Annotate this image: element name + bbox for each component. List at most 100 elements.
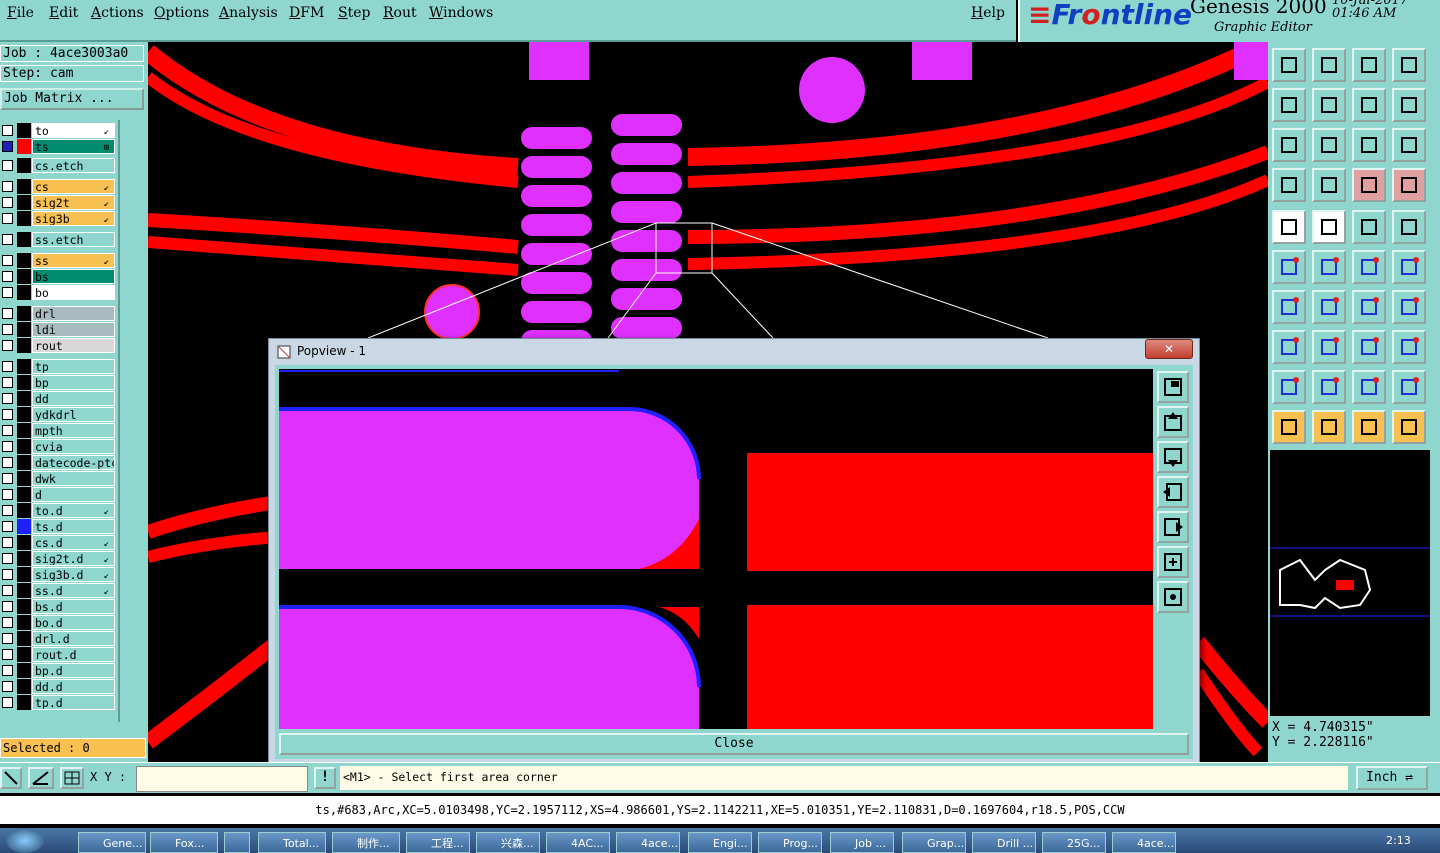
undo-zoom-button[interactable] (1352, 88, 1386, 122)
display-top-button[interactable] (1272, 48, 1306, 82)
layer-checkbox[interactable] (2, 160, 13, 171)
add-pad-button[interactable] (1272, 330, 1306, 364)
layer-checkbox[interactable] (2, 617, 13, 628)
snap-button[interactable] (0, 767, 22, 789)
layer-name[interactable]: dd (32, 391, 115, 406)
layer-checkbox[interactable] (2, 569, 13, 580)
snap-pad-button[interactable] (1272, 210, 1306, 244)
layer-row[interactable]: d (0, 487, 118, 502)
layer-name[interactable]: tp.d (32, 695, 115, 710)
angle-button[interactable] (1272, 290, 1306, 324)
layer-name[interactable]: bo (32, 285, 115, 300)
layer-color-swatch[interactable] (17, 551, 31, 566)
layer-name[interactable]: ss.d ↙ (32, 583, 115, 598)
taskbar-item[interactable]: 4ace... (1112, 832, 1176, 853)
display-bottom-button[interactable] (1312, 48, 1346, 82)
layer-name[interactable]: bs (32, 269, 115, 284)
layer-color-swatch[interactable] (17, 455, 31, 470)
layer-row[interactable]: sig3b ↙ (0, 211, 118, 226)
layer-name[interactable]: ydkdrl (32, 407, 115, 422)
layer-row[interactable]: bs (0, 269, 118, 284)
layer-checkbox[interactable] (2, 521, 13, 532)
layer-color-swatch[interactable] (17, 211, 31, 226)
taskbar-item[interactable]: Grap... (902, 832, 966, 853)
pan-right-button[interactable] (1312, 88, 1346, 122)
layer-name[interactable]: datecode-ptc (32, 455, 115, 470)
layer-row[interactable]: ydkdrl (0, 407, 118, 422)
layer-row[interactable]: drl.d (0, 631, 118, 646)
layer-checkbox[interactable] (2, 324, 13, 335)
layer-name[interactable]: dd.d (32, 679, 115, 694)
layer-row[interactable]: ts.d (0, 519, 118, 534)
layer-name[interactable]: sig2t.d ↙ (32, 551, 115, 566)
measure-button[interactable] (28, 767, 54, 789)
layer-name[interactable]: cs ↙ (32, 179, 115, 194)
layer-row[interactable]: bp (0, 375, 118, 390)
layer-color-swatch[interactable] (17, 423, 31, 438)
layer-color-swatch[interactable] (17, 253, 31, 268)
taskbar-item[interactable]: Drill ... (972, 832, 1036, 853)
layer-row[interactable]: bp.d (0, 663, 118, 678)
layer-row[interactable]: cvia (0, 439, 118, 454)
taskbar-item[interactable]: 兴森... (476, 832, 540, 853)
grid-button[interactable] (60, 767, 84, 789)
layer-color-swatch[interactable] (17, 158, 31, 173)
layer-checkbox[interactable] (2, 633, 13, 644)
layer-row[interactable]: datecode-ptc (0, 455, 118, 470)
taskbar-item[interactable]: 4AC... (546, 832, 610, 853)
layer-row[interactable]: dwk (0, 471, 118, 486)
layer-row[interactable]: bo.d (0, 615, 118, 630)
arc-button[interactable] (1392, 250, 1426, 284)
job-matrix-button[interactable]: Job Matrix ... (0, 88, 144, 110)
taskbar-item[interactable]: Fox... (150, 832, 218, 853)
layer-row[interactable]: sig2t.d ↙ (0, 551, 118, 566)
menu-file[interactable]: File (7, 5, 34, 21)
layer-name[interactable]: cvia (32, 439, 115, 454)
taskbar-item[interactable]: Prog... (758, 832, 822, 853)
layer-row[interactable]: rout.d (0, 647, 118, 662)
layer-checkbox[interactable] (2, 340, 13, 351)
taskbar-item[interactable]: Gene... (78, 832, 146, 853)
layer-color-swatch[interactable] (17, 407, 31, 422)
layer-color-swatch[interactable] (17, 139, 31, 154)
layer-row[interactable]: ldi (0, 322, 118, 337)
layer-name[interactable]: bp.d (32, 663, 115, 678)
line-button[interactable] (1352, 250, 1386, 284)
taskbar-item[interactable]: Total... (258, 832, 326, 853)
popview-pan-up-button[interactable] (1157, 406, 1189, 438)
layer-checkbox[interactable] (2, 553, 13, 564)
layer-name[interactable]: bs.d (32, 599, 115, 614)
layer-color-swatch[interactable] (17, 519, 31, 534)
layer-row[interactable]: cs ↙ (0, 179, 118, 194)
layer-color-swatch[interactable] (17, 535, 31, 550)
layer-color-swatch[interactable] (17, 599, 31, 614)
taskbar-item[interactable]: 4ace... (616, 832, 680, 853)
scale-button[interactable] (1352, 128, 1386, 162)
layer-name[interactable]: sig3b ↙ (32, 211, 115, 226)
layer-checkbox[interactable] (2, 681, 13, 692)
menu-windows[interactable]: Windows (429, 5, 493, 21)
text-a-button[interactable] (1312, 370, 1346, 404)
taskbar-item[interactable]: 工程... (406, 832, 470, 853)
text-b-button[interactable] (1352, 370, 1386, 404)
rotate-button[interactable] (1352, 290, 1386, 324)
layer-checkbox[interactable] (2, 457, 13, 468)
layer-row[interactable]: ts ⊞ (0, 139, 118, 154)
popview-zoom-in-button[interactable] (1157, 581, 1189, 613)
start-button[interactable] (6, 828, 44, 853)
layer-row[interactable]: cs.etch (0, 158, 118, 173)
board-overview[interactable] (1270, 450, 1430, 716)
layer-name[interactable]: mpth (32, 423, 115, 438)
layer-checkbox[interactable] (2, 425, 13, 436)
layer-name[interactable]: cs.etch (32, 158, 115, 173)
layer-checkbox[interactable] (2, 393, 13, 404)
layer-checkbox[interactable] (2, 601, 13, 612)
layer-name[interactable]: ts ⊞ (32, 139, 115, 154)
mirror-button[interactable] (1392, 290, 1426, 324)
layer-name[interactable]: to ↙ (32, 123, 115, 138)
layer-color-swatch[interactable] (17, 322, 31, 337)
layer-checkbox[interactable] (2, 377, 13, 388)
taskbar-item[interactable]: 25G... (1042, 832, 1106, 853)
layer-color-swatch[interactable] (17, 338, 31, 353)
layer-color-swatch[interactable] (17, 269, 31, 284)
